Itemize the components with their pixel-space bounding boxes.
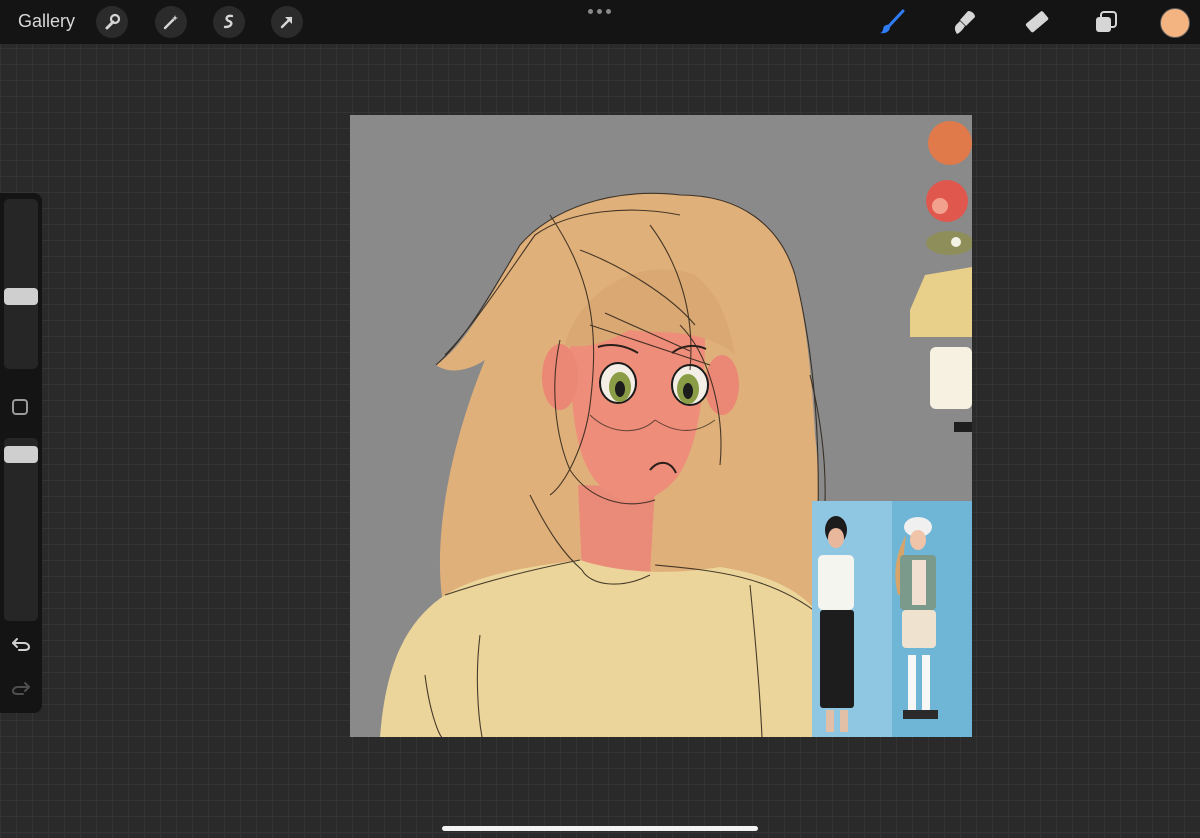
wrench-icon	[105, 13, 121, 30]
layers-button[interactable]	[1090, 6, 1122, 38]
brush-size-thumb[interactable]	[4, 288, 38, 305]
dot	[606, 9, 611, 14]
undo-button[interactable]	[10, 635, 32, 658]
magic-wand-icon	[163, 15, 178, 30]
smudge-tool-button[interactable]	[948, 6, 980, 38]
smudge-icon	[954, 11, 975, 34]
actions-wrench-button[interactable]	[96, 6, 128, 38]
eraser-tool-button[interactable]	[1020, 6, 1052, 38]
dot	[588, 9, 593, 14]
eraser-icon	[1025, 11, 1049, 33]
transform-button[interactable]	[271, 6, 303, 38]
adjustments-button[interactable]	[155, 6, 187, 38]
brush-icon	[880, 9, 905, 34]
home-indicator[interactable]	[442, 826, 758, 831]
color-picker-button[interactable]	[1160, 8, 1190, 38]
top-toolbar: Gallery	[0, 0, 1200, 44]
drawing-canvas[interactable]	[350, 115, 972, 737]
opacity-thumb[interactable]	[4, 446, 38, 463]
selection-icon	[223, 14, 234, 29]
redo-button[interactable]	[10, 679, 32, 702]
gallery-button[interactable]: Gallery	[18, 11, 75, 32]
undo-icon	[12, 638, 31, 651]
artwork-illustration	[380, 121, 972, 737]
left-sidebar	[0, 193, 42, 713]
layers-icon	[1096, 11, 1117, 32]
modify-button[interactable]	[12, 399, 28, 415]
dot	[597, 9, 602, 14]
opacity-slider[interactable]	[4, 438, 38, 621]
selection-button[interactable]	[213, 6, 245, 38]
brush-size-slider[interactable]	[4, 199, 38, 369]
redo-icon	[11, 682, 30, 695]
brush-tool-button[interactable]	[876, 6, 908, 38]
transform-arrow-icon	[280, 16, 293, 29]
more-options-handle[interactable]	[588, 9, 611, 14]
